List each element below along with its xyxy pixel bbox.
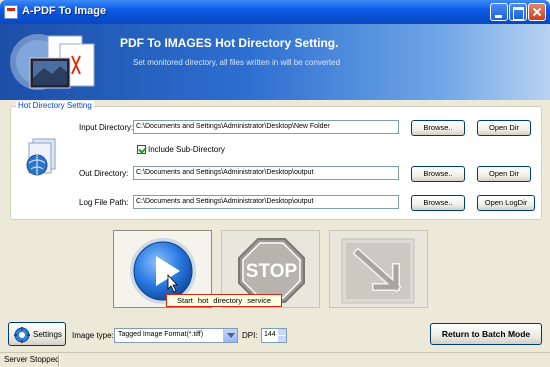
arrow-down-right-icon [341,238,415,304]
start-service-tooltip: Start hot directory service [166,294,282,307]
input-directory-label: Input Directory: [79,123,134,132]
exit-button[interactable] [329,230,428,308]
log-file-path-field[interactable]: C:\Documents and Settings\Administrator\… [133,195,399,209]
dpi-spinner[interactable]: 144 [261,328,287,343]
header-title: PDF To IMAGES Hot Directory Setting. [120,36,339,50]
minimize-button[interactable] [490,3,508,21]
hot-directory-group: Hot Directory Setting Input Directory: C… [10,101,542,220]
input-directory-field[interactable]: C:\Documents and Settings\Administrator\… [133,120,399,134]
dpi-value: 144 [264,331,276,338]
header-subtitle: Set monitored directory, all files writt… [133,58,341,67]
image-type-select[interactable]: Tagged Image Format(*.tiff) [114,328,238,343]
out-browse-button[interactable]: Browse.. [411,166,465,182]
stop-text: STOP [246,261,298,282]
settings-label: Settings [33,330,62,339]
log-file-path-label: Log File Path: [79,198,129,207]
spin-up-icon[interactable] [278,329,286,335]
status-bar: Server Stopped [0,352,550,367]
app-icon [4,5,18,19]
window-title: A-PDF To Image [22,5,107,17]
title-bar[interactable]: A-PDF To Image [0,0,550,24]
gear-icon [14,327,30,343]
include-subdirectory-label: Include Sub-Directory [148,145,225,154]
input-open-dir-button[interactable]: Open Dir [477,120,531,136]
documents-image-icon [10,34,95,90]
open-logdir-button[interactable]: Open LogDir [477,195,535,211]
maximize-button[interactable] [509,3,527,21]
status-separator [58,355,60,366]
include-subdirectory-checkbox[interactable] [137,145,146,154]
return-to-batch-mode-button[interactable]: Return to Batch Mode [430,323,542,345]
log-browse-button[interactable]: Browse.. [411,195,465,211]
status-text: Server Stopped [4,355,60,364]
input-browse-button[interactable]: Browse.. [411,120,465,136]
close-button[interactable] [528,3,546,21]
chevron-down-icon[interactable] [223,329,237,342]
group-label: Hot Directory Setting [16,101,94,110]
out-open-dir-button[interactable]: Open Dir [477,166,531,182]
image-type-value: Tagged Image Format(*.tiff) [118,331,204,338]
globe-folder-icon [26,138,56,176]
image-type-label: Image type: [72,331,114,340]
settings-button[interactable]: Settings [8,322,66,346]
out-directory-label: Out Directory: [79,169,129,178]
header-banner: PDF To IMAGES Hot Directory Setting. Set… [0,24,550,100]
dpi-label: DPI: [242,331,258,340]
spin-down-icon[interactable] [278,336,286,342]
out-directory-field[interactable]: C:\Documents and Settings\Administrator\… [133,166,399,180]
